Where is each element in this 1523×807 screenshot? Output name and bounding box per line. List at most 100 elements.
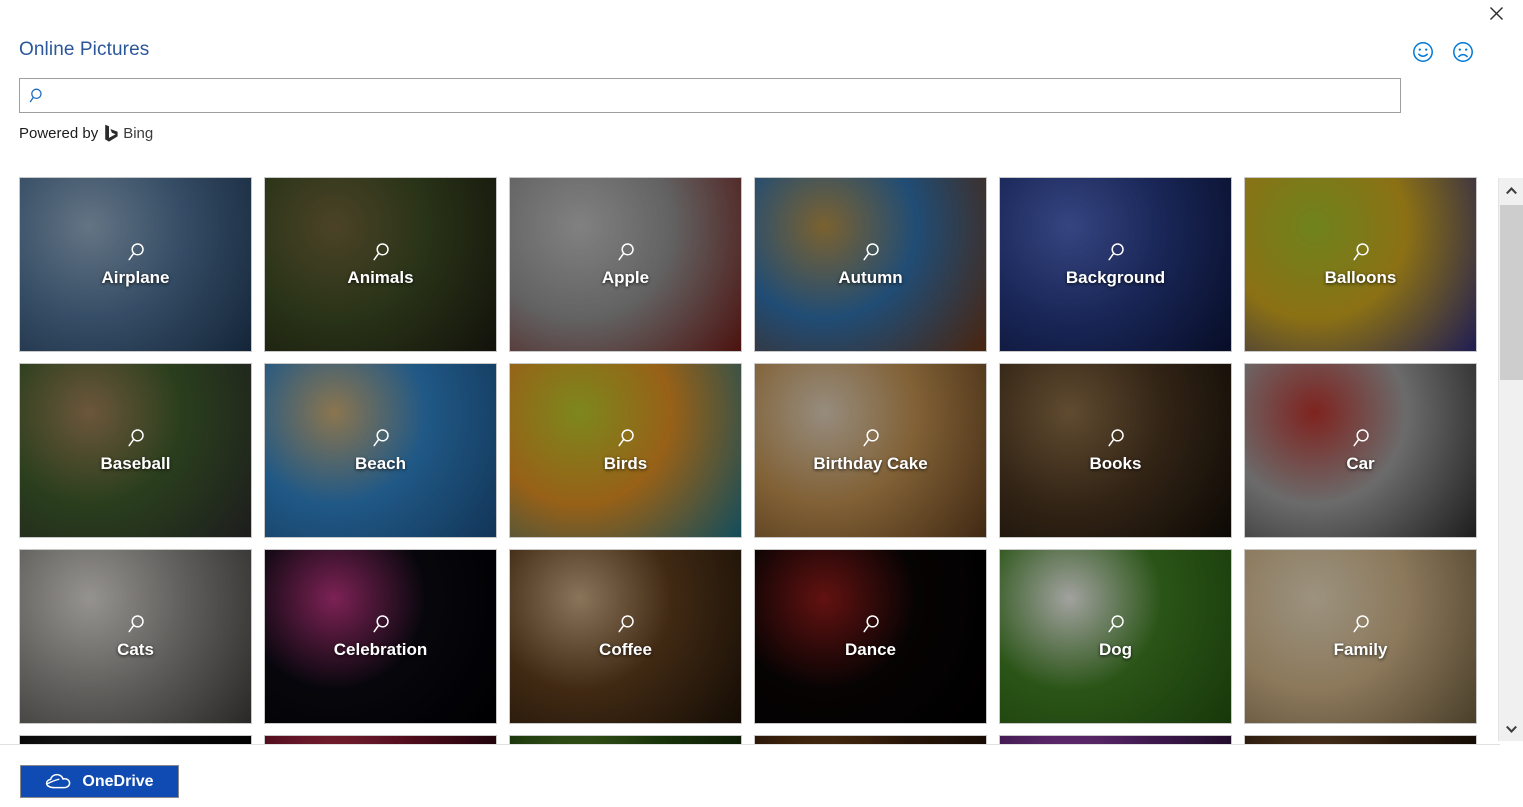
tile-label: Family bbox=[1333, 640, 1388, 660]
picture-tile[interactable]: Apple bbox=[509, 177, 742, 352]
online-pictures-dialog: Online Pictures Powered by Bing Airplane… bbox=[0, 0, 1523, 807]
tile-content: Family bbox=[1245, 550, 1476, 723]
tile-content: Beach bbox=[265, 364, 496, 537]
picture-tile[interactable]: Car bbox=[1244, 363, 1477, 538]
picture-tile[interactable]: Beach bbox=[264, 363, 497, 538]
magnifier-icon bbox=[1107, 615, 1124, 633]
magnifier-icon bbox=[617, 243, 634, 261]
picture-tile[interactable]: Books bbox=[999, 363, 1232, 538]
tile-content: Apple bbox=[510, 178, 741, 351]
search-input[interactable] bbox=[53, 79, 1400, 112]
tile-content: Books bbox=[1000, 364, 1231, 537]
tile-content: Car bbox=[1245, 364, 1476, 537]
tile-content: Birthday Cake bbox=[755, 364, 986, 537]
tile-label: Airplane bbox=[101, 268, 170, 288]
magnifier-icon bbox=[1352, 243, 1369, 261]
picture-tile[interactable]: Background bbox=[999, 177, 1232, 352]
feedback-group bbox=[1411, 40, 1475, 64]
magnifier-icon bbox=[862, 615, 879, 633]
grid-scrollbar[interactable] bbox=[1498, 178, 1523, 741]
magnifier-icon bbox=[372, 243, 389, 261]
tile-content: Baseball bbox=[20, 364, 251, 537]
magnifier-icon bbox=[372, 429, 389, 447]
tile-content: Dog bbox=[1000, 550, 1231, 723]
magnifier-icon bbox=[617, 615, 634, 633]
magnifier-icon bbox=[127, 615, 144, 633]
scroll-down-button[interactable] bbox=[1499, 716, 1523, 741]
tile-content: Birds bbox=[510, 364, 741, 537]
tile-label: Birds bbox=[603, 454, 648, 474]
picture-tile[interactable]: Coffee bbox=[509, 549, 742, 724]
picture-tile[interactable]: Animals bbox=[264, 177, 497, 352]
tile-label: Background bbox=[1065, 268, 1166, 288]
tile-label: Birthday Cake bbox=[813, 454, 928, 474]
bing-logo-icon bbox=[105, 124, 118, 142]
tile-content: Animals bbox=[265, 178, 496, 351]
scrollbar-thumb[interactable] bbox=[1500, 205, 1523, 380]
picture-tile[interactable]: Balloons bbox=[1244, 177, 1477, 352]
powered-by-bing: Powered by Bing bbox=[19, 124, 153, 143]
tile-label: Cats bbox=[117, 640, 154, 660]
tile-content: Cats bbox=[20, 550, 251, 723]
tile-label: Animals bbox=[347, 268, 414, 288]
tile-content: Coffee bbox=[510, 550, 741, 723]
smiley-face-icon[interactable] bbox=[1411, 40, 1435, 64]
picture-grid-region: Airplane Animals Apple Autumn Background Ball… bbox=[0, 170, 1523, 745]
magnifier-icon bbox=[127, 429, 144, 447]
bing-brand-label: Bing bbox=[123, 125, 154, 142]
powered-by-label: Powered by bbox=[19, 125, 99, 142]
picture-tile[interactable]: Dance bbox=[754, 549, 987, 724]
close-button[interactable] bbox=[1477, 0, 1515, 26]
search-box[interactable] bbox=[19, 78, 1401, 113]
magnifier-icon bbox=[1107, 243, 1124, 261]
onedrive-button[interactable]: OneDrive bbox=[20, 765, 179, 798]
magnifier-icon bbox=[617, 429, 634, 447]
tile-label: Apple bbox=[601, 268, 650, 288]
onedrive-label: OneDrive bbox=[82, 772, 154, 790]
tile-content: Balloons bbox=[1245, 178, 1476, 351]
frowny-face-icon[interactable] bbox=[1451, 40, 1475, 64]
picture-tile[interactable]: Dog bbox=[999, 549, 1232, 724]
picture-tile[interactable]: Birds bbox=[509, 363, 742, 538]
tile-label: Balloons bbox=[1324, 268, 1397, 288]
tile-label: Baseball bbox=[100, 454, 171, 474]
tile-label: Books bbox=[1089, 454, 1142, 474]
scrollbar-track[interactable] bbox=[1499, 203, 1523, 716]
tile-label: Autumn bbox=[838, 268, 903, 288]
magnifier-icon bbox=[372, 615, 389, 633]
tile-content: Airplane bbox=[20, 178, 251, 351]
tile-label: Coffee bbox=[599, 640, 652, 660]
tile-content: Celebration bbox=[265, 550, 496, 723]
tile-label: Car bbox=[1346, 454, 1375, 474]
picture-tile[interactable]: Baseball bbox=[19, 363, 252, 538]
magnifier-icon bbox=[1352, 615, 1369, 633]
magnifier-icon bbox=[127, 243, 144, 261]
picture-tile[interactable]: Family bbox=[1244, 549, 1477, 724]
picture-tile[interactable]: Birthday Cake bbox=[754, 363, 987, 538]
tile-label: Celebration bbox=[333, 640, 428, 660]
footer-divider bbox=[0, 744, 1500, 745]
dialog-title: Online Pictures bbox=[19, 39, 150, 60]
tile-content: Dance bbox=[755, 550, 986, 723]
picture-tile[interactable]: Autumn bbox=[754, 177, 987, 352]
chevron-down-icon bbox=[1506, 725, 1517, 733]
picture-tile[interactable]: Celebration bbox=[264, 549, 497, 724]
tile-content: Background bbox=[1000, 178, 1231, 351]
picture-tile[interactable]: Cats bbox=[19, 549, 252, 724]
magnifier-icon bbox=[1352, 429, 1369, 447]
picture-grid: Airplane Animals Apple Autumn Background Ball… bbox=[19, 177, 1489, 745]
magnifier-icon bbox=[862, 429, 879, 447]
search-icon bbox=[23, 87, 53, 105]
chevron-up-icon bbox=[1506, 186, 1517, 194]
bing-logo: Bing bbox=[104, 124, 153, 143]
tile-label: Dog bbox=[1098, 640, 1133, 660]
magnifier-icon bbox=[1107, 429, 1124, 447]
tile-label: Beach bbox=[354, 454, 407, 474]
picture-tile[interactable]: Airplane bbox=[19, 177, 252, 352]
close-icon bbox=[1489, 6, 1503, 20]
tile-content: Autumn bbox=[755, 178, 986, 351]
tile-label: Dance bbox=[844, 640, 897, 660]
magnifier-icon bbox=[862, 243, 879, 261]
scroll-up-button[interactable] bbox=[1499, 178, 1523, 203]
onedrive-cloud-icon bbox=[46, 773, 71, 789]
